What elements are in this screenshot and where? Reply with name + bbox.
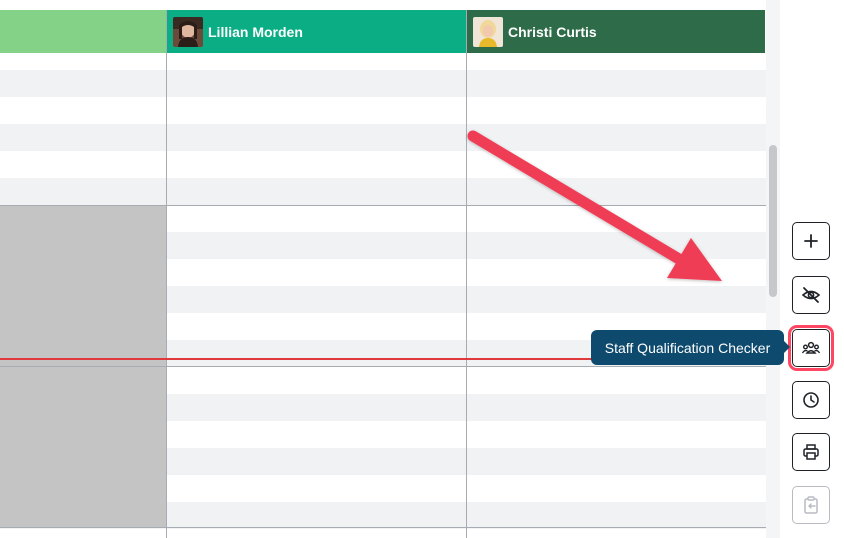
hour-divider xyxy=(0,366,766,367)
hour-divider xyxy=(0,205,766,206)
time-slot-row[interactable] xyxy=(0,151,766,178)
schedule-grid: Lillian Morden Christi Curtis xyxy=(0,0,766,538)
hide-button[interactable] xyxy=(792,276,830,314)
avatar xyxy=(473,16,503,47)
eye-off-icon xyxy=(801,287,821,303)
time-slot-row[interactable] xyxy=(0,97,766,124)
column-header-christi-curtis[interactable]: Christi Curtis xyxy=(467,10,765,53)
avatar xyxy=(173,16,203,47)
staff-qualification-icon xyxy=(801,341,821,354)
clipboard-import-icon xyxy=(804,496,818,514)
staff-qualification-checker-button[interactable] xyxy=(788,325,834,371)
scrollbar-thumb[interactable] xyxy=(769,145,777,297)
plus-icon xyxy=(804,234,818,248)
unavailable-block xyxy=(0,360,166,528)
history-button[interactable] xyxy=(792,381,830,419)
column-header-label: Christi Curtis xyxy=(508,23,597,40)
add-button[interactable] xyxy=(792,222,830,260)
unavailable-block xyxy=(0,205,166,358)
clock-icon xyxy=(803,392,819,408)
print-button[interactable] xyxy=(792,433,830,471)
column-header-lillian-morden[interactable]: Lillian Morden xyxy=(167,10,466,53)
print-icon xyxy=(803,444,819,460)
column-divider xyxy=(466,10,467,538)
column-header-unassigned[interactable] xyxy=(0,10,166,53)
time-slot-row[interactable] xyxy=(0,178,766,205)
column-header-label: Lillian Morden xyxy=(208,23,303,40)
tooltip: Staff Qualification Checker xyxy=(591,330,790,365)
column-divider xyxy=(166,10,167,538)
time-slot-row[interactable] xyxy=(0,70,766,97)
time-slot-row[interactable] xyxy=(0,529,766,538)
tooltip-text: Staff Qualification Checker xyxy=(604,339,771,356)
hour-divider xyxy=(0,527,766,528)
paste-button[interactable] xyxy=(792,486,830,524)
time-slot-row[interactable] xyxy=(0,124,766,151)
